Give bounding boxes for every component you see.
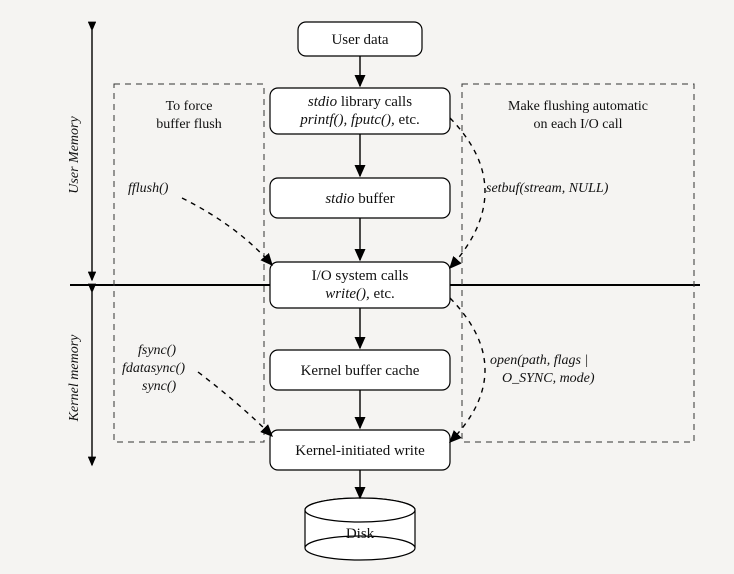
io-syscalls-line2: write(), etc.	[325, 286, 395, 302]
right-box-title-2: on each I/O call	[533, 117, 622, 132]
stdio-calls-line1: stdio library calls	[308, 94, 412, 110]
left-box-title-1: To force	[166, 99, 213, 114]
node-user-data: User data	[298, 22, 422, 56]
fsync-arrow	[198, 372, 272, 436]
node-kernel-write: Kernel-initiated write	[270, 430, 450, 470]
user-memory-label: User Memory	[67, 116, 82, 194]
kernel-cache-label: Kernel buffer cache	[301, 363, 420, 379]
kernel-write-label: Kernel-initiated write	[295, 443, 425, 459]
diagram-svg: User Memory Kernel memory To force buffe…	[0, 0, 734, 574]
fsync-label: fsync()	[138, 343, 176, 358]
kernel-memory-label: Kernel memory	[67, 334, 82, 422]
setbuf-label: setbuf(stream, NULL)	[486, 181, 609, 196]
stdio-calls-line2: printf(), fputc(), etc.	[299, 112, 420, 128]
node-kernel-cache: Kernel buffer cache	[270, 350, 450, 390]
open-osync-label-2: O_SYNC, mode)	[502, 371, 595, 386]
diagram-stage: User Memory Kernel memory To force buffe…	[0, 0, 734, 574]
sync-label: sync()	[142, 379, 177, 394]
stdio-buffer-label: stdio buffer	[325, 191, 394, 207]
setbuf-arrow	[450, 118, 485, 268]
fflush-arrow	[182, 198, 272, 265]
open-osync-arrow	[450, 298, 485, 442]
right-annotation-box	[462, 84, 694, 442]
left-box-title-2: buffer flush	[156, 117, 221, 132]
io-syscalls-line1: I/O system calls	[312, 268, 409, 284]
node-disk: Disk	[305, 498, 415, 560]
open-osync-label-1: open(path, flags |	[490, 353, 588, 368]
fdatasync-label: fdatasync()	[122, 361, 185, 376]
node-stdio-buffer: stdio buffer	[270, 178, 450, 218]
fflush-label: fflush()	[128, 181, 169, 196]
node-io-syscalls: I/O system calls write(), etc.	[270, 262, 450, 308]
right-box-title-1: Make flushing automatic	[508, 99, 648, 114]
node-stdio-calls: stdio library calls printf(), fputc(), e…	[270, 88, 450, 134]
left-annotation-box	[114, 84, 264, 442]
user-data-label: User data	[331, 32, 388, 48]
disk-label: Disk	[346, 526, 375, 542]
